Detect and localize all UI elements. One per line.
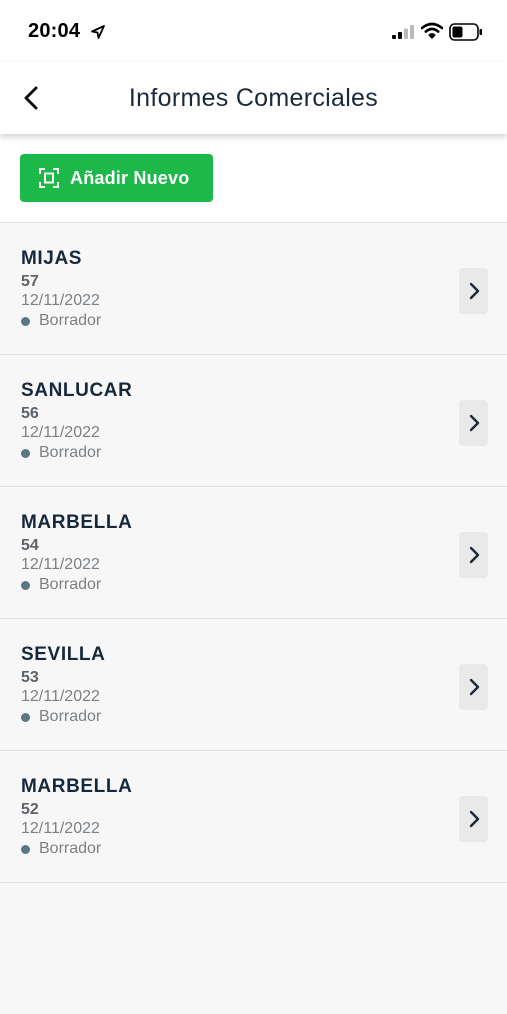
status-dot-icon bbox=[21, 844, 30, 854]
item-date: 12/11/2022 bbox=[21, 688, 100, 705]
item-status: Borrador bbox=[21, 576, 101, 594]
status-dot-icon bbox=[21, 580, 30, 590]
item-date: 12/11/2022 bbox=[21, 556, 100, 573]
status-bar: 20:04 bbox=[0, 0, 507, 62]
toolbar: Añadir Nuevo bbox=[0, 134, 507, 222]
item-name: MARBELLA bbox=[21, 512, 133, 533]
item-status-label: Borrador bbox=[39, 444, 102, 461]
battery-icon bbox=[449, 23, 482, 41]
chevron-right-icon bbox=[469, 678, 479, 696]
open-item-button[interactable] bbox=[459, 532, 488, 578]
signal-icon bbox=[392, 25, 414, 39]
add-new-button[interactable]: Añadir Nuevo bbox=[20, 154, 213, 202]
item-name: MIJAS bbox=[21, 248, 83, 269]
item-status-label: Borrador bbox=[39, 312, 102, 329]
item-number: 53 bbox=[21, 669, 39, 686]
item-status-label: Borrador bbox=[39, 840, 102, 857]
add-new-label: Añadir Nuevo bbox=[70, 167, 190, 188]
scan-icon bbox=[39, 168, 59, 188]
item-status: Borrador bbox=[21, 708, 101, 726]
item-status-label: Borrador bbox=[39, 576, 102, 593]
list-item[interactable]: MARBELLA 54 12/11/2022 Borrador bbox=[0, 486, 507, 618]
item-date: 12/11/2022 bbox=[21, 424, 100, 441]
wifi-icon bbox=[421, 22, 443, 39]
item-status: Borrador bbox=[21, 312, 101, 330]
item-name: MARBELLA bbox=[21, 776, 133, 797]
chevron-right-icon bbox=[469, 546, 479, 564]
item-status: Borrador bbox=[21, 840, 101, 858]
item-number: 56 bbox=[21, 405, 39, 422]
status-dot-icon bbox=[21, 316, 30, 326]
status-dot-icon bbox=[21, 448, 30, 458]
page-title: Informes Comerciales bbox=[128, 84, 379, 112]
chevron-right-icon bbox=[469, 282, 479, 300]
location-arrow-icon bbox=[91, 25, 105, 39]
navigation-bar: Informes Comerciales bbox=[0, 62, 507, 134]
list-item[interactable]: MIJAS 57 12/11/2022 Borrador bbox=[0, 222, 507, 354]
list-item[interactable]: SANLUCAR 56 12/11/2022 Borrador bbox=[0, 354, 507, 486]
open-item-button[interactable] bbox=[459, 268, 488, 314]
item-status-label: Borrador bbox=[39, 708, 102, 725]
item-name: SEVILLA bbox=[21, 644, 106, 665]
chevron-right-icon bbox=[469, 414, 479, 432]
open-item-button[interactable] bbox=[459, 796, 488, 842]
open-item-button[interactable] bbox=[459, 400, 488, 446]
item-status: Borrador bbox=[21, 444, 101, 462]
item-number: 54 bbox=[21, 537, 39, 554]
item-number: 57 bbox=[21, 273, 39, 290]
chevron-right-icon bbox=[469, 810, 479, 828]
report-list: MIJAS 57 12/11/2022 Borrador SANLUCAR 56… bbox=[0, 222, 507, 1014]
status-dot-icon bbox=[21, 712, 30, 722]
status-time: 20:04 bbox=[28, 20, 81, 42]
item-date: 12/11/2022 bbox=[21, 820, 100, 837]
item-number: 52 bbox=[21, 801, 39, 818]
item-name: SANLUCAR bbox=[21, 380, 133, 401]
list-item[interactable]: SEVILLA 53 12/11/2022 Borrador bbox=[0, 618, 507, 750]
list-item-partial bbox=[0, 882, 507, 1014]
list-item[interactable]: MARBELLA 52 12/11/2022 Borrador bbox=[0, 750, 507, 882]
item-date: 12/11/2022 bbox=[21, 292, 100, 309]
open-item-button[interactable] bbox=[459, 664, 488, 710]
